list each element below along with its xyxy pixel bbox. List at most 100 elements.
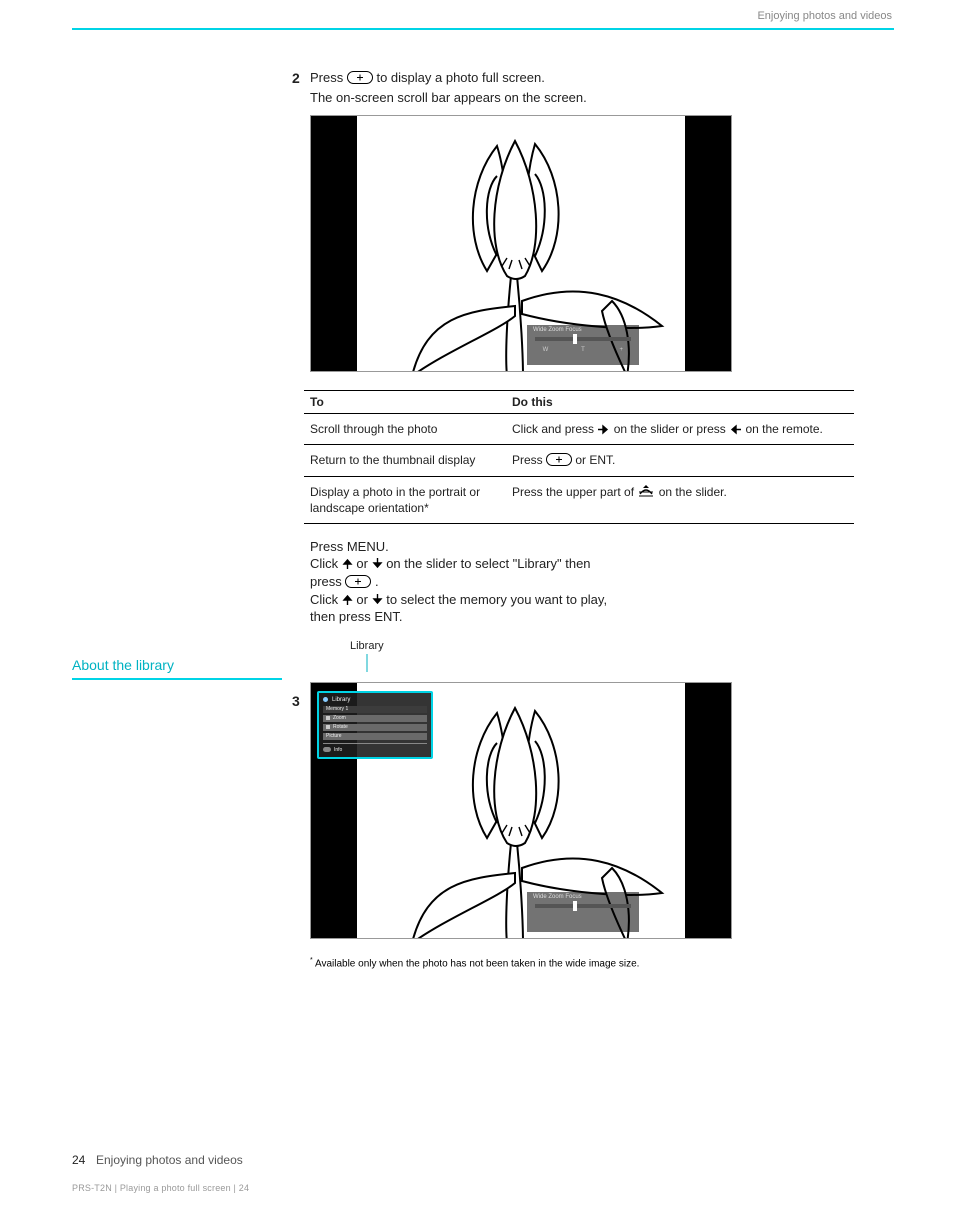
scrollbar-track [535,904,631,908]
instr-row2-right: Press or ENT. [506,445,854,476]
step2-line2: The on-screen scroll bar appears on the … [310,90,864,106]
footnote: * Available only when the photo has not … [310,957,864,969]
step3-line1: Press MENU. [310,538,864,556]
footer-section: Enjoying photos and videos [96,1153,243,1167]
figure1-left-bar [311,116,357,371]
page-number: 24 [72,1153,85,1167]
instr-row2-left: Return to the thumbnail display [304,445,506,476]
step2-line1a: Press [310,70,347,85]
figure-fullscreen-photo: Wide Zoom Focus W T + [310,115,732,372]
lib-item-0: Memory 1 [326,706,348,712]
footnote-text: Available only when the photo has not be… [313,958,640,969]
instruction-table: To Do this Scroll through the photo Clic… [304,390,854,524]
step3-block: Press MENU. Click or on the slider to se… [310,538,864,626]
content-column: Press to display a photo full screen. Th… [310,30,864,969]
r2a: Press [512,453,546,467]
onscreen-scrollbar: Wide Zoom Focus [527,892,639,932]
figure1-center: Wide Zoom Focus W T + [357,116,685,371]
instr-row3-right: Press the upper part of on the slider. [506,476,854,523]
step-number-3: 3 [292,693,300,709]
r3-footnote-ref: * [424,501,429,515]
lib-item-icon [326,725,330,729]
step3-line2: Click or on the slider to select "Librar… [310,555,864,573]
list-item: Rotate [323,724,427,731]
library-label: Library [350,640,384,652]
arrow-up-icon [342,557,353,570]
step-number-2: 2 [292,70,300,86]
scrollbar-tick-plus: + [619,347,623,353]
onscreen-scrollbar: Wide Zoom Focus W T + [527,325,639,365]
s3-4a: Click [310,592,342,607]
step3-line3: press . [310,573,864,591]
step2-line1: Press to display a photo full screen. [310,70,864,86]
enter-button-icon [347,71,373,84]
arrow-right-icon [597,424,610,435]
instr-col-do: Do this [506,391,854,414]
r3b: on the slider. [659,485,727,499]
lib-last-text: Info [334,747,342,753]
top-rule [72,28,894,30]
s3-4b: or [356,592,371,607]
list-item: Memory 1 [323,706,427,713]
scrollbar-label: Wide Zoom Focus [527,325,639,335]
s3-3a: press [310,574,345,589]
figure1-right-bar [685,116,731,371]
scrollbar-tick-t: T [581,347,585,353]
library-overlay-panel: Library Memory 1 Zoom Rotate Picture [317,691,433,759]
figure-library-overlay: Wide Zoom Focus Library Memory 1 [310,682,732,939]
lib-item-icon [326,716,330,720]
list-item: Zoom [323,715,427,722]
side-heading-library: About the library [72,656,282,680]
header-section-title: Enjoying photos and videos [757,10,892,22]
list-item: Picture [323,733,427,740]
library-overlay-title: Library [332,697,350,703]
arrow-left-icon [729,424,742,435]
step3-line4: Click or to select the memory you want t… [310,591,864,609]
r1a: Click and press [512,422,597,436]
r3a: Press the upper part of [512,485,637,499]
lib-last-icon [323,747,331,752]
manual-page: Enjoying photos and videos 2 About the l… [0,0,954,1227]
arrow-down-icon [372,593,383,606]
s3-2b: or [356,556,371,571]
pdf-footer: PRS-T2N | Playing a photo full screen | … [72,1183,249,1193]
instr-row3-left: Display a photo in the portrait or lands… [304,476,506,523]
scrollbar-handle [573,334,577,344]
pointer-line-icon [362,654,372,672]
r1b: on the slider or press [614,422,729,436]
list-item: Info [323,747,427,753]
enter-button-icon [546,453,572,466]
instr-col-to: To [304,391,506,414]
s3-3b: . [375,574,379,589]
s3-4c: to select the memory you want to play, [386,592,607,607]
s3-2c: on the slider to select "Library" then [386,556,590,571]
figure2-right-bar [685,683,731,938]
scrollbar-tick-w: W [543,347,549,353]
r3l: Display a photo in the portrait or lands… [310,485,480,515]
table-row: Scroll through the photo Click and press… [304,414,854,445]
slider-top-icon [637,484,655,498]
lib-item-3: Picture [326,733,342,739]
library-overlay-title-row: Library [323,697,427,703]
instr-row1-left: Scroll through the photo [304,414,506,445]
library-pointer: Library [310,632,864,672]
arrow-down-icon [372,557,383,570]
scrollbar-handle [573,901,577,911]
side-heading-library-text: About the library [72,657,174,673]
table-row: Return to the thumbnail display Press or… [304,445,854,476]
step3-line5: then press ENT. [310,608,864,626]
step2-line1b: to display a photo full screen. [376,70,544,85]
instr-row1-right: Click and press on the slider or press o… [506,414,854,445]
library-separator [323,743,427,744]
scrollbar-label: Wide Zoom Focus [527,892,639,902]
lib-item-2: Rotate [333,724,348,730]
library-title-dot-icon [323,697,328,702]
enter-button-icon [345,575,371,588]
scrollbar-track: W T + [535,337,631,341]
table-row: Display a photo in the portrait or lands… [304,476,854,523]
lib-item-1: Zoom [333,715,346,721]
s3-2a: Click [310,556,342,571]
arrow-up-icon [342,593,353,606]
r1c: on the remote. [745,422,822,436]
r2b: or ENT. [575,453,615,467]
